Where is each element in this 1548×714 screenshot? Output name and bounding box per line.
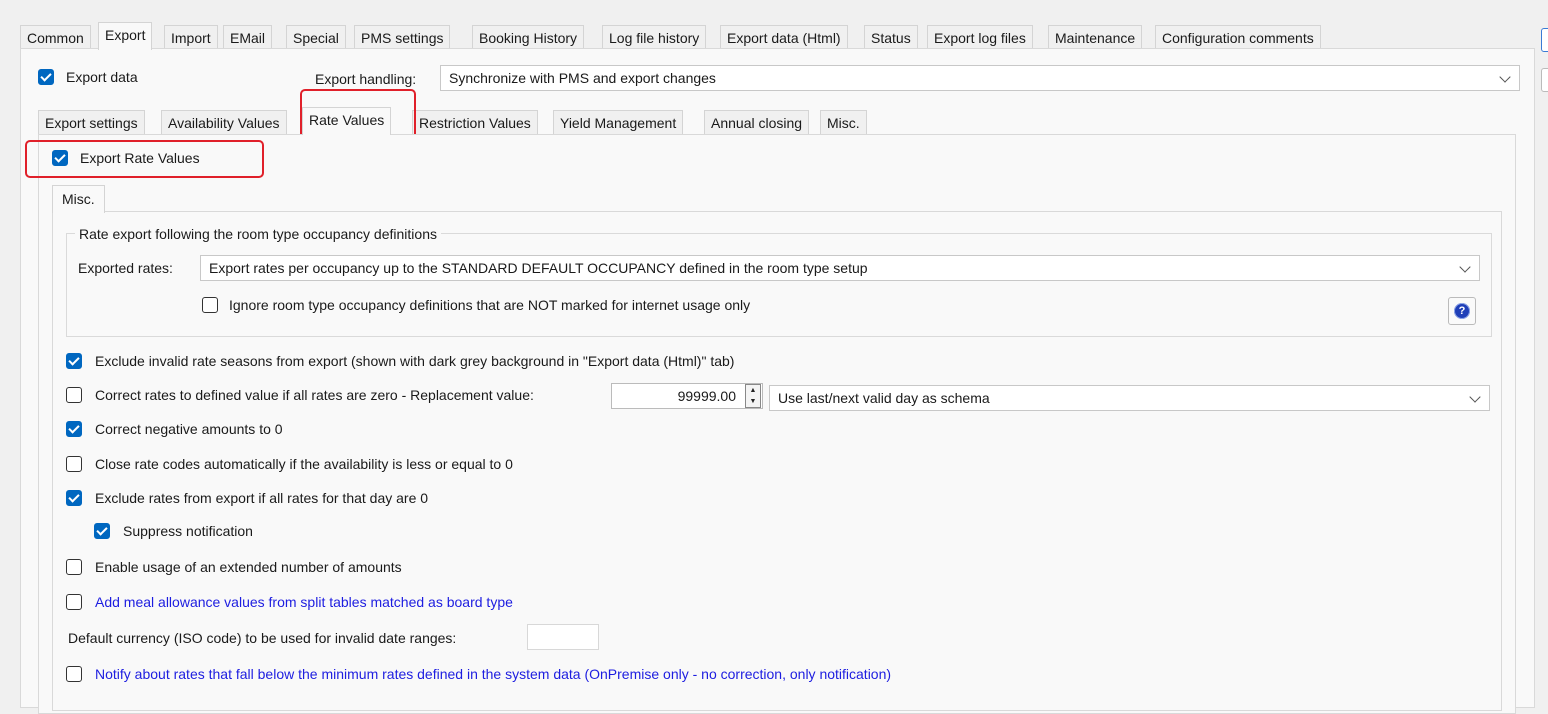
help-icon: ? bbox=[1454, 303, 1470, 319]
exported-rates-value: Export rates per occupancy up to the STA… bbox=[209, 260, 868, 276]
tab-availability-values[interactable]: Availability Values bbox=[161, 110, 287, 134]
occupancy-group-title: Rate export following the room type occu… bbox=[75, 225, 441, 243]
occupancy-group bbox=[66, 233, 1492, 337]
tab-import[interactable]: Import bbox=[164, 25, 218, 49]
correct-rates-label: Correct rates to defined value if all ra… bbox=[95, 387, 534, 403]
right-edge-button-2[interactable] bbox=[1541, 68, 1548, 92]
exclude-invalid-checkbox[interactable] bbox=[66, 353, 82, 369]
chevron-down-icon bbox=[1469, 391, 1481, 403]
schema-select[interactable]: Use last/next valid day as schema bbox=[769, 385, 1490, 411]
correct-negative-label: Correct negative amounts to 0 bbox=[95, 421, 283, 437]
suppress-notification-checkbox[interactable] bbox=[94, 523, 110, 539]
meal-allowance-label: Add meal allowance values from split tab… bbox=[95, 594, 513, 610]
tab-booking-history[interactable]: Booking History bbox=[472, 25, 585, 49]
tab-special[interactable]: Special bbox=[286, 25, 346, 49]
export-data-label: Export data bbox=[66, 69, 138, 85]
tab-annual-closing[interactable]: Annual closing bbox=[704, 110, 810, 134]
correct-negative-checkbox[interactable] bbox=[66, 421, 82, 437]
notify-rates-checkbox[interactable] bbox=[66, 666, 82, 682]
exclude-invalid-label: Exclude invalid rate seasons from export… bbox=[95, 353, 735, 369]
exported-rates-label: Exported rates: bbox=[78, 260, 173, 276]
tab-rate-values[interactable]: Rate Values bbox=[302, 107, 392, 135]
export-rate-values-highlight bbox=[25, 140, 264, 178]
sub-tab-strip: Export settings Availability Values Rate… bbox=[38, 107, 888, 135]
tab-configuration-comments[interactable]: Configuration comments bbox=[1155, 25, 1321, 49]
ignore-occupancy-label: Ignore room type occupancy definitions t… bbox=[229, 297, 751, 313]
right-edge-button[interactable] bbox=[1541, 28, 1548, 52]
tab-inner-misc[interactable]: Misc. bbox=[52, 185, 105, 213]
replacement-value-input[interactable]: 99999.00 bbox=[611, 383, 763, 409]
stepper-up-icon[interactable]: ▲ bbox=[746, 385, 760, 396]
schema-value: Use last/next valid day as schema bbox=[778, 390, 990, 406]
tab-export-data-html[interactable]: Export data (Html) bbox=[720, 25, 848, 49]
exported-rates-select[interactable]: Export rates per occupancy up to the STA… bbox=[200, 255, 1480, 281]
close-rate-codes-checkbox[interactable] bbox=[66, 456, 82, 472]
ignore-occupancy-checkbox[interactable] bbox=[202, 297, 218, 313]
replacement-value-stepper[interactable]: ▲ ▼ bbox=[745, 384, 761, 408]
export-handling-label: Export handling: bbox=[315, 71, 417, 87]
export-handling-select[interactable]: Synchronize with PMS and export changes bbox=[440, 65, 1520, 91]
exclude-zero-label: Exclude rates from export if all rates f… bbox=[95, 490, 429, 506]
tab-export[interactable]: Export bbox=[98, 22, 153, 50]
top-tab-strip: Common Export Import EMail Special PMS s… bbox=[20, 22, 1340, 50]
chevron-down-icon bbox=[1459, 261, 1471, 273]
tab-email[interactable]: EMail bbox=[223, 25, 273, 49]
tab-pms-settings[interactable]: PMS settings bbox=[354, 25, 451, 49]
export-data-checkbox[interactable] bbox=[38, 69, 54, 85]
default-currency-label: Default currency (ISO code) to be used f… bbox=[68, 630, 457, 646]
tab-export-settings[interactable]: Export settings bbox=[38, 110, 145, 134]
notify-rates-label: Notify about rates that fall below the m… bbox=[95, 666, 892, 682]
stepper-down-icon[interactable]: ▼ bbox=[746, 396, 760, 407]
help-button[interactable]: ? bbox=[1448, 297, 1476, 325]
tab-common[interactable]: Common bbox=[20, 25, 91, 49]
extended-amounts-checkbox[interactable] bbox=[66, 559, 82, 575]
extended-amounts-label: Enable usage of an extended number of am… bbox=[95, 559, 402, 575]
tab-status[interactable]: Status bbox=[864, 25, 918, 49]
export-handling-value: Synchronize with PMS and export changes bbox=[449, 70, 716, 86]
close-rate-codes-label: Close rate codes automatically if the av… bbox=[95, 456, 513, 472]
tab-yield-management[interactable]: Yield Management bbox=[553, 110, 684, 134]
tab-export-log-files[interactable]: Export log files bbox=[927, 25, 1033, 49]
exclude-zero-checkbox[interactable] bbox=[66, 490, 82, 506]
default-currency-input[interactable] bbox=[527, 624, 599, 650]
tab-log-file-history[interactable]: Log file history bbox=[602, 25, 707, 49]
correct-rates-checkbox[interactable] bbox=[66, 387, 82, 403]
tab-misc[interactable]: Misc. bbox=[820, 110, 867, 134]
tab-maintenance[interactable]: Maintenance bbox=[1048, 25, 1143, 49]
suppress-notification-label: Suppress notification bbox=[123, 523, 253, 539]
chevron-down-icon bbox=[1499, 71, 1511, 83]
meal-allowance-checkbox[interactable] bbox=[66, 594, 82, 610]
tab-restriction-values[interactable]: Restriction Values bbox=[412, 110, 538, 134]
